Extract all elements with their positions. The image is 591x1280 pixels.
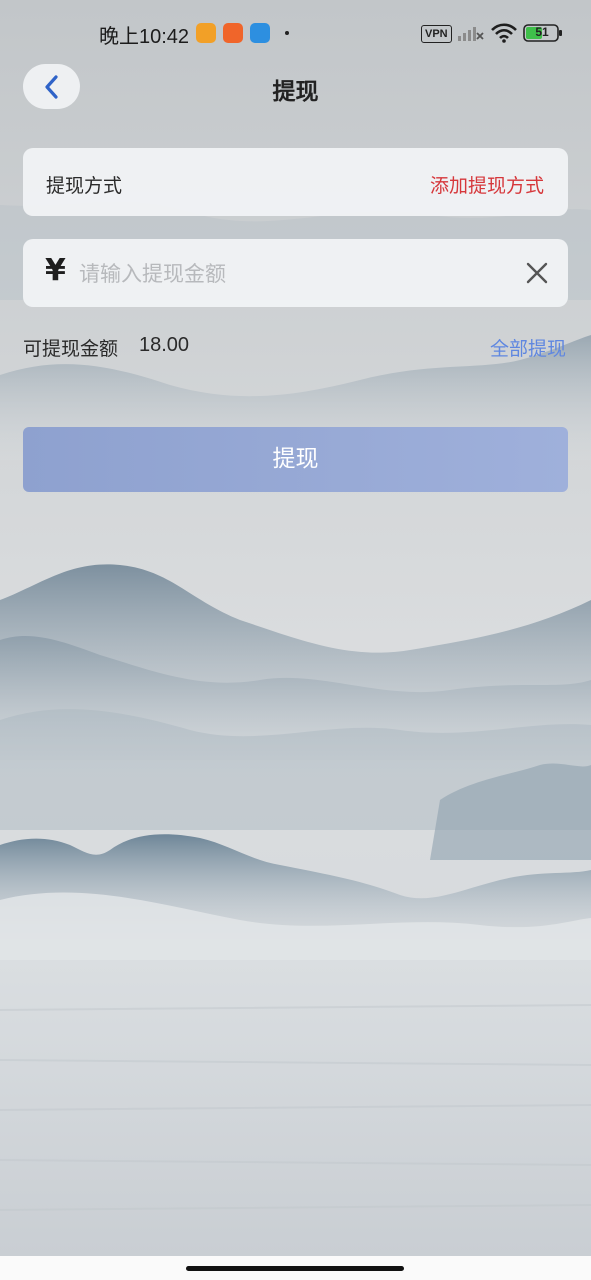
home-indicator[interactable] [186, 1266, 404, 1271]
page-title: 提现 [272, 79, 319, 105]
battery-level: 51 [535, 25, 549, 39]
signal-icon [458, 27, 484, 41]
amount-input-card: ¥ [23, 239, 568, 307]
withdraw-button[interactable]: 提现 [23, 427, 568, 492]
wifi-icon [491, 23, 517, 43]
status-time: 晚上10:42 [99, 26, 190, 48]
available-amount-value: 18.00 [139, 334, 190, 356]
bird-app-icon [196, 23, 216, 43]
available-amount-label: 可提现金额 [23, 338, 119, 360]
amount-input[interactable] [77, 254, 501, 294]
withdraw-all-link[interactable]: 全部提现 [490, 334, 566, 361]
close-icon[interactable] [524, 260, 550, 286]
withdraw-method-label: 提现方式 [46, 175, 123, 197]
vpn-badge: VPN [421, 25, 452, 43]
status-bar: 晚上10:42 VPN 51 [0, 0, 591, 68]
yen-icon: ¥ [45, 253, 66, 288]
add-withdraw-method-link[interactable]: 添加提现方式 [430, 171, 544, 198]
withdraw-method-row[interactable]: 提现方式 添加提现方式 [23, 148, 568, 216]
video-app-icon [223, 23, 243, 43]
notification-dot-icon [285, 31, 289, 35]
cube-app-icon [250, 23, 270, 43]
